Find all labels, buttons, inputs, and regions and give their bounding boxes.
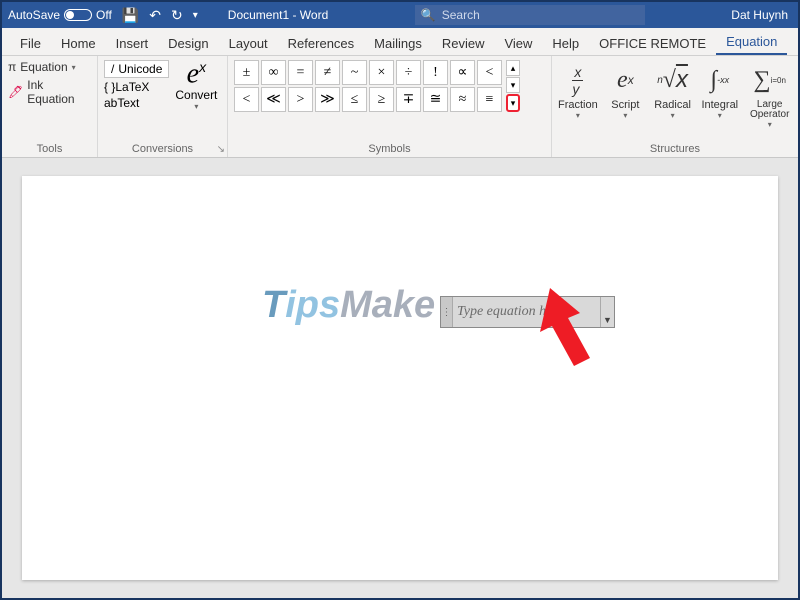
symbol-cell[interactable]: ≈ [450,87,475,112]
large-operator-button[interactable]: ∑i=0n Large Operator ▾ [747,60,792,129]
latex-button[interactable]: { }LaTeX [104,80,169,94]
chevron-down-icon: ▾ [671,111,675,120]
symbol-cell[interactable]: ≅ [423,87,448,112]
script-icon: ex [617,60,634,100]
qat-dropdown-icon[interactable]: ▾ [193,10,198,21]
symbol-cell[interactable]: < [234,87,259,112]
scroll-up-icon[interactable]: ▴ [506,60,520,76]
redo-icon[interactable]: ↻ [171,7,183,24]
equation-button[interactable]: π Equation ▾ [8,60,91,74]
autosave-toggle[interactable]: AutoSave Off [8,8,112,22]
symbols-more-button[interactable]: ▾ [506,94,520,112]
symbol-cell[interactable]: ∓ [396,87,421,112]
group-structures: xy Fraction ▾ ex Script ▾ n√x Radical ▾ … [552,56,798,157]
scroll-down-icon[interactable]: ▾ [506,77,520,93]
convert-button[interactable]: ex Convert ▾ [175,60,217,111]
fraction-button[interactable]: xy Fraction ▾ [558,60,598,129]
dialog-launcher-icon[interactable]: ↘ [217,144,225,155]
group-symbols: ± ∞ = ≠ ~ × ÷ ! ∝ < < ≪ > ≫ ≤ ≥ ∓ ≅ ≈ ≡ [228,56,552,157]
ex-icon: ex [187,60,206,88]
group-conversions: /Unicode { }LaTeX abText ex Convert ▾ Co… [98,56,228,157]
ribbon-tabs: File Home Insert Design Layout Reference… [2,28,798,56]
script-button[interactable]: ex Script ▾ [606,60,645,129]
group-label-structures: Structures [558,141,792,155]
tab-file[interactable]: File [10,30,51,55]
pi-icon: π [8,60,16,74]
symbol-cell[interactable]: ≠ [315,60,340,85]
symbol-cell[interactable]: = [288,60,313,85]
symbol-cell[interactable]: ∞ [261,60,286,85]
chevron-down-icon: ▾ [768,120,772,129]
symbol-cell[interactable]: ≪ [261,87,286,112]
integral-button[interactable]: ∫-xx Integral ▾ [700,60,739,129]
sigma-icon: ∑i=0n [753,60,785,100]
symbol-cell[interactable]: ± [234,60,259,85]
document-title: Document1 - Word [228,8,328,22]
braces-icon: { } [104,80,115,94]
tab-mailings[interactable]: Mailings [364,30,432,55]
symbol-cell[interactable]: ∝ [450,60,475,85]
ink-icon: 🖊 [8,85,23,99]
tab-office-remote[interactable]: OFFICE REMOTE [589,30,716,55]
page[interactable]: TipsMake ⋮ Type equation here. ▼ [22,176,778,580]
search-box[interactable]: 🔍 Search [415,5,645,25]
tab-insert[interactable]: Insert [106,30,159,55]
symbol-cell[interactable]: ≫ [315,87,340,112]
group-label-symbols: Symbols [234,141,545,155]
group-tools: π Equation ▾ 🖊 Ink Equation Tools [2,56,98,157]
radical-icon: n√x [657,60,688,100]
search-icon: 🔍 [421,8,436,22]
tab-view[interactable]: View [494,30,542,55]
symbol-cell[interactable]: ≥ [369,87,394,112]
symbol-cell[interactable]: ≤ [342,87,367,112]
ink-equation-button[interactable]: 🖊 Ink Equation [8,78,91,106]
tab-references[interactable]: References [278,30,364,55]
document-area: TipsMake ⋮ Type equation here. ▼ [2,158,798,598]
symbol-cell[interactable]: < [477,60,502,85]
equation-dropdown-icon[interactable]: ▼ [600,297,614,327]
chevron-down-icon: ▾ [72,63,76,72]
chevron-down-icon: ▾ [623,111,627,120]
toggle-off-icon [64,9,92,21]
tab-review[interactable]: Review [432,30,495,55]
symbols-grid: ± ∞ = ≠ ~ × ÷ ! ∝ < < ≪ > ≫ ≤ ≥ ∓ ≅ ≈ ≡ [234,60,502,112]
radical-button[interactable]: n√x Radical ▾ [653,60,692,129]
group-label-tools: Tools [8,141,91,155]
tab-equation[interactable]: Equation [716,28,787,55]
equation-placeholder[interactable]: Type equation here. [453,304,600,320]
chevron-down-icon: ▾ [194,102,198,111]
save-icon[interactable]: 💾 [122,7,139,24]
tab-home[interactable]: Home [51,30,106,55]
group-label-conversions: Conversions [104,141,221,155]
watermark: TipsMake [262,284,435,327]
text-button[interactable]: abText [104,96,169,110]
ab-icon: ab [104,96,117,110]
equation-box[interactable]: ⋮ Type equation here. ▼ [440,296,615,328]
chevron-down-icon: ▾ [576,111,580,120]
symbol-cell[interactable]: ≡ [477,87,502,112]
symbol-cell[interactable]: × [369,60,394,85]
symbols-scroll: ▴ ▾ ▾ [506,60,520,112]
integral-icon: ∫-xx [711,60,730,100]
tab-design[interactable]: Design [158,30,218,55]
tab-help[interactable]: Help [542,30,589,55]
equation-handle-icon[interactable]: ⋮ [441,297,453,327]
symbol-cell[interactable]: ! [423,60,448,85]
undo-icon[interactable]: ↶ [149,7,161,24]
fraction-icon: xy [572,60,583,100]
symbol-cell[interactable]: ~ [342,60,367,85]
symbol-cell[interactable]: > [288,87,313,112]
unicode-button[interactable]: /Unicode [104,60,169,78]
tab-layout[interactable]: Layout [219,30,278,55]
symbol-cell[interactable]: ÷ [396,60,421,85]
user-name[interactable]: Dat Huynh [731,8,792,22]
title-bar: AutoSave Off 💾 ↶ ↻ ▾ Document1 - Word 🔍 … [2,2,798,28]
ribbon: π Equation ▾ 🖊 Ink Equation Tools /Unico… [2,56,798,158]
chevron-down-icon: ▾ [718,111,722,120]
quick-access-toolbar: 💾 ↶ ↻ ▾ [122,7,198,24]
